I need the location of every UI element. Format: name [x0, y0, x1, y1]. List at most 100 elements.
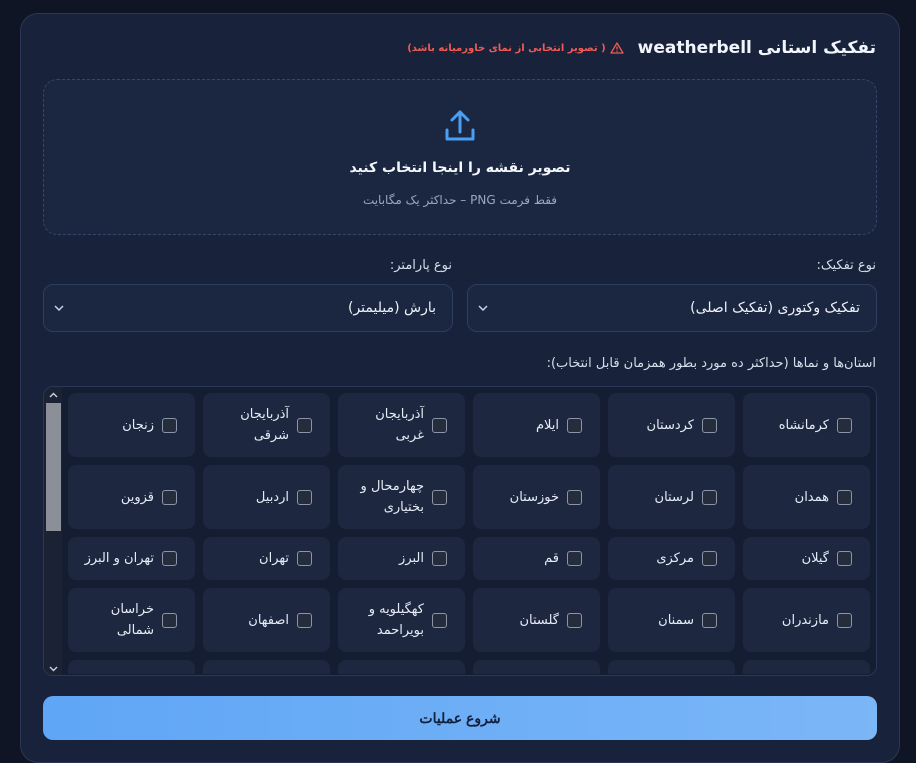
- province-label: اردبیل: [255, 489, 289, 505]
- province-item[interactable]: [68, 660, 195, 674]
- province-item[interactable]: آذربایجان غربی: [338, 393, 465, 457]
- warning-icon: [610, 42, 624, 54]
- province-item[interactable]: [338, 660, 465, 674]
- province-label: خراسان شمالی: [110, 602, 154, 638]
- province-item[interactable]: همدان: [743, 465, 870, 529]
- province-item[interactable]: مازندران: [743, 588, 870, 652]
- scroll-up-button[interactable]: [44, 387, 62, 403]
- province-label: کردستان: [646, 417, 694, 433]
- province-label: کهگیلویه و بویراحمد: [368, 602, 424, 638]
- main-panel: تفکیک استانی weatherbell ( تصویر انتخابی…: [20, 13, 900, 763]
- province-checkbox[interactable]: [837, 551, 852, 566]
- province-item[interactable]: قزوین: [68, 465, 195, 529]
- province-checkbox[interactable]: [837, 417, 852, 433]
- province-label: آذربایجان شرقی: [240, 407, 289, 443]
- province-label: مرکزی: [656, 551, 694, 566]
- province-item[interactable]: البرز: [338, 537, 465, 580]
- province-checkbox[interactable]: [297, 417, 312, 433]
- province-label: تهران: [259, 551, 289, 566]
- province-checkbox[interactable]: [162, 417, 177, 433]
- province-label: گلستان: [519, 612, 559, 628]
- chevron-down-icon: [49, 666, 57, 672]
- warning-text: ( تصویر انتخابی از نمای خاورمیانه باشد): [407, 42, 606, 54]
- province-item[interactable]: خراسان شمالی: [68, 588, 195, 652]
- province-checkbox[interactable]: [432, 489, 447, 505]
- province-item[interactable]: [203, 660, 330, 674]
- province-item[interactable]: مرکزی: [608, 537, 735, 580]
- province-item[interactable]: گلستان: [473, 588, 600, 652]
- province-item[interactable]: [473, 660, 600, 674]
- province-label: کرمانشاه: [778, 417, 829, 433]
- province-checkbox[interactable]: [702, 417, 717, 433]
- province-label: البرز: [399, 551, 424, 566]
- province-label: آذربایجان غربی: [375, 407, 424, 443]
- split-type-select[interactable]: تفکیک وکتوری (تفکیک اصلی): [467, 284, 877, 332]
- province-label: اصفهان: [248, 612, 289, 628]
- header: تفکیک استانی weatherbell ( تصویر انتخابی…: [407, 38, 876, 58]
- province-item[interactable]: سمنان: [608, 588, 735, 652]
- province-item[interactable]: اردبیل: [203, 465, 330, 529]
- province-item[interactable]: کهگیلویه و بویراحمد: [338, 588, 465, 652]
- province-item[interactable]: کرمانشاه: [743, 393, 870, 457]
- province-label: ایلام: [535, 417, 559, 433]
- warning-note: ( تصویر انتخابی از نمای خاورمیانه باشد): [407, 42, 624, 54]
- province-item[interactable]: چهارمحال و بختیاری: [338, 465, 465, 529]
- province-checkbox[interactable]: [162, 489, 177, 505]
- province-checkbox[interactable]: [432, 612, 447, 628]
- province-checkbox[interactable]: [567, 489, 582, 505]
- chevron-up-icon: [49, 392, 57, 398]
- province-label: قزوین: [120, 489, 154, 505]
- upload-dropzone[interactable]: تصویر نقشه را اینجا انتخاب کنید فقط فرمت…: [43, 79, 877, 235]
- province-item[interactable]: قم: [473, 537, 600, 580]
- province-item[interactable]: آذربایجان شرقی: [203, 393, 330, 457]
- province-label: خوزستان: [509, 489, 559, 505]
- split-type-label: نوع تفکیک:: [816, 258, 876, 273]
- province-checkbox[interactable]: [702, 489, 717, 505]
- param-type-select[interactable]: بارش (میلیمتر): [43, 284, 453, 332]
- province-checkbox[interactable]: [432, 551, 447, 566]
- province-label: مازندران: [781, 612, 829, 628]
- province-checkbox[interactable]: [297, 551, 312, 566]
- province-checkbox[interactable]: [162, 551, 177, 566]
- province-checkbox[interactable]: [432, 417, 447, 433]
- province-label: چهارمحال و بختیاری: [360, 479, 424, 515]
- chevron-down-icon: [478, 305, 488, 311]
- upload-icon: [445, 110, 475, 141]
- province-checkbox[interactable]: [297, 489, 312, 505]
- province-item[interactable]: کردستان: [608, 393, 735, 457]
- province-label: سمنان: [658, 612, 694, 628]
- province-checkbox[interactable]: [567, 417, 582, 433]
- province-item[interactable]: اصفهان: [203, 588, 330, 652]
- province-item[interactable]: [608, 660, 735, 674]
- scrollbar-thumb[interactable]: [46, 403, 61, 531]
- province-label: گیلان: [801, 551, 829, 566]
- province-item[interactable]: تهران و البرز: [68, 537, 195, 580]
- province-item[interactable]: ایلام: [473, 393, 600, 457]
- provinces-list[interactable]: کرمانشاه کردستان ایلام آذربایجان غربی آذ…: [43, 386, 877, 676]
- start-button[interactable]: شروع عملیات: [43, 696, 877, 740]
- province-checkbox[interactable]: [837, 489, 852, 505]
- provinces-label: استان‌ها و نماها (حداکثر ده مورد بطور هم…: [546, 356, 876, 371]
- province-item[interactable]: گیلان: [743, 537, 870, 580]
- province-checkbox[interactable]: [297, 612, 312, 628]
- province-checkbox[interactable]: [702, 612, 717, 628]
- param-type-label: نوع پارامتر:: [389, 258, 452, 273]
- province-label: همدان: [794, 489, 829, 505]
- page-title: تفکیک استانی weatherbell: [637, 38, 876, 58]
- province-label: قم: [544, 551, 559, 566]
- province-item[interactable]: زنجان: [68, 393, 195, 457]
- chevron-down-icon: [54, 305, 64, 311]
- province-checkbox[interactable]: [837, 612, 852, 628]
- province-item[interactable]: تهران: [203, 537, 330, 580]
- province-item[interactable]: [743, 660, 870, 674]
- province-label: زنجان: [122, 417, 154, 433]
- province-checkbox[interactable]: [162, 612, 177, 628]
- scrollbar[interactable]: [44, 387, 62, 675]
- province-item[interactable]: لرستان: [608, 465, 735, 529]
- province-checkbox[interactable]: [702, 551, 717, 566]
- province-checkbox[interactable]: [567, 551, 582, 566]
- province-item[interactable]: خوزستان: [473, 465, 600, 529]
- param-type-value: بارش (میلیمتر): [347, 300, 436, 316]
- province-checkbox[interactable]: [567, 612, 582, 628]
- scroll-down-button[interactable]: [44, 661, 62, 675]
